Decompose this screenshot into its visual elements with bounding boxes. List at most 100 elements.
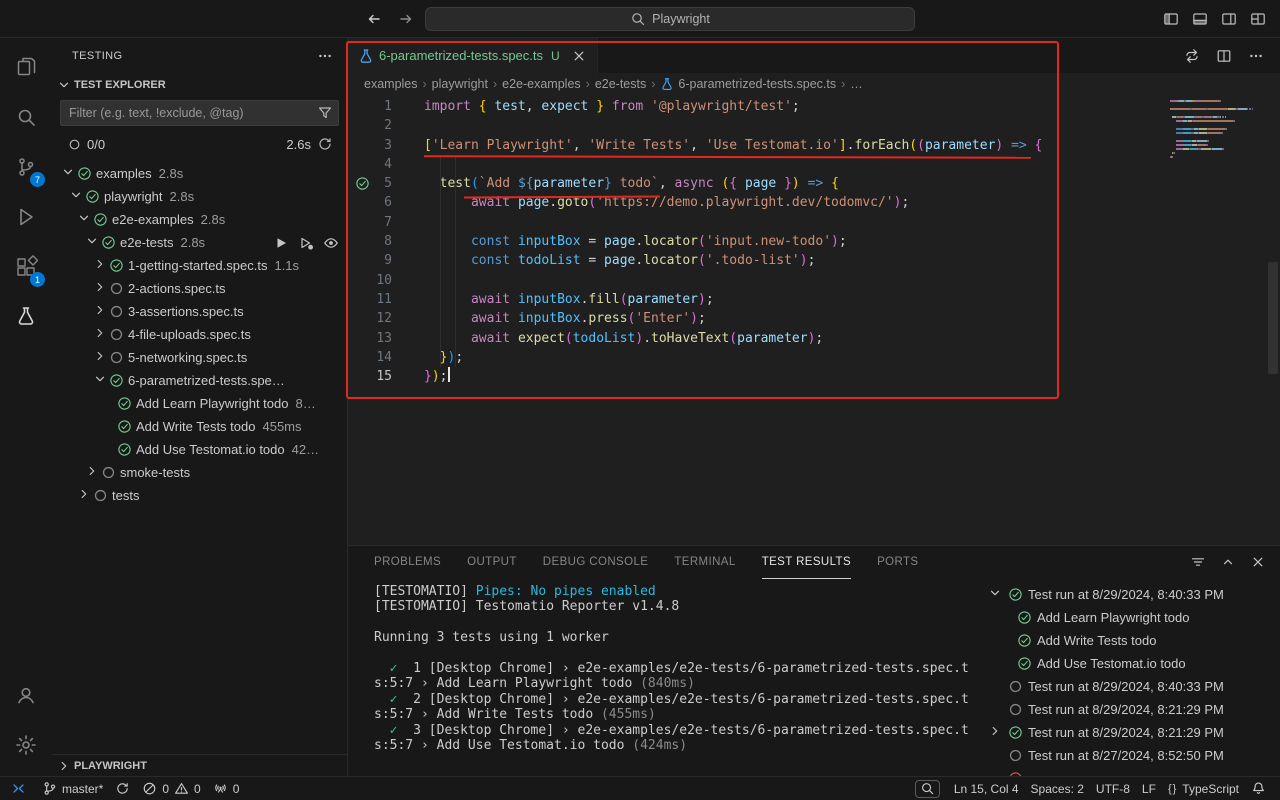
code-line[interactable]: 6 await page.goto('https://demo.playwrig… [348, 193, 1280, 212]
code-line[interactable]: 13 await expect(todoList).toHaveText(par… [348, 329, 1280, 348]
code-line[interactable]: 3['Learn Playwright', 'Write Tests', 'Us… [348, 136, 1280, 155]
toggle-secondary-sidebar-icon[interactable] [1221, 11, 1237, 27]
code-line[interactable]: 11 await inputBox.fill(parameter); [348, 290, 1280, 309]
problems-status[interactable]: 0 0 [136, 777, 206, 800]
sidebar-more-actions-icon[interactable] [317, 48, 333, 64]
editor-more-actions-icon[interactable] [1248, 48, 1264, 64]
code-line[interactable]: 14 }); [348, 348, 1280, 367]
tree-row[interactable]: Add Write Tests todo455ms [52, 415, 347, 438]
panel-tab-output[interactable]: OUTPUT [467, 546, 517, 579]
tree-row[interactable]: Add Use Testomat.io todo42… [52, 438, 347, 461]
test-output-log[interactable]: [TESTOMATIO] Pipes: No pipes enabled[TES… [374, 584, 970, 753]
split-editor-icon[interactable] [1216, 48, 1232, 64]
minimap[interactable] [1170, 100, 1262, 160]
refresh-tests-icon[interactable] [317, 136, 333, 152]
tree-row[interactable]: 6-parametrized-tests.spec.ts [52, 369, 347, 392]
result-row[interactable] [984, 767, 1276, 776]
tree-row[interactable]: tests [52, 484, 347, 507]
breadcrumb-item[interactable]: examples [364, 77, 418, 91]
toggle-panel-icon[interactable] [1192, 11, 1208, 27]
cursor-position-status[interactable]: Ln 15, Col 4 [948, 777, 1025, 800]
code-line[interactable]: 2 [348, 116, 1280, 135]
back-icon[interactable] [366, 11, 382, 27]
tree-row[interactable]: 1-getting-started.spec.ts1.1s [52, 254, 347, 277]
tree-row[interactable]: e2e-examples2.8s [52, 208, 347, 231]
maximize-panel-icon[interactable] [1220, 554, 1236, 570]
breadcrumb-item[interactable]: playwright [432, 77, 488, 91]
result-row[interactable]: Test run at 8/29/2024, 8:40:33 PM [984, 675, 1276, 698]
result-row[interactable]: Test run at 8/29/2024, 8:21:29 PM [984, 721, 1276, 744]
tree-row[interactable]: Add Learn Playwright todo8… [52, 392, 347, 415]
result-row[interactable]: Add Learn Playwright todo [984, 606, 1276, 629]
activity-item-extensions[interactable]: 1 [2, 242, 50, 292]
code-line[interactable]: 7 [348, 213, 1280, 232]
close-panel-icon[interactable] [1250, 554, 1266, 570]
activity-item-explorer[interactable] [2, 42, 50, 92]
breadcrumbs[interactable]: examples›playwright›e2e-examples›e2e-tes… [348, 73, 1280, 95]
tree-row[interactable]: 2-actions.spec.ts [52, 277, 347, 300]
activity-item-testing[interactable] [2, 292, 50, 342]
forward-icon[interactable] [398, 11, 414, 27]
customize-layout-icon[interactable] [1250, 11, 1266, 27]
language-mode-status[interactable]: {} TypeScript [1162, 777, 1245, 800]
filter-icon[interactable] [317, 105, 333, 121]
activity-item-settings[interactable] [2, 720, 50, 770]
editor-scrollbar[interactable] [1268, 262, 1278, 374]
gutter-test-pass-icon[interactable] [355, 176, 370, 191]
panel-tab-debug-console[interactable]: DEBUG CONSOLE [543, 546, 649, 579]
activity-item-search[interactable] [2, 92, 50, 142]
tree-row[interactable]: 4-file-uploads.spec.ts [52, 323, 347, 346]
tree-row[interactable]: smoke-tests [52, 461, 347, 484]
activity-item-source-control[interactable]: 7 [2, 142, 50, 192]
indentation-status[interactable]: Spaces: 2 [1025, 777, 1090, 800]
tree-row[interactable]: examples2.8s [52, 162, 347, 185]
git-branch-status[interactable]: master* [36, 777, 109, 800]
close-tab-icon[interactable] [571, 48, 587, 64]
breadcrumb-item[interactable]: e2e-tests [595, 77, 646, 91]
zoom-indicator[interactable] [915, 780, 940, 798]
code-line[interactable]: 5 test(`Add ${parameter} todo`, async ({… [348, 174, 1280, 193]
code-line[interactable]: 8 const inputBox = page.locator('input.n… [348, 232, 1280, 251]
activity-item-run-debug[interactable] [2, 192, 50, 242]
code-line[interactable]: 4 [348, 155, 1280, 174]
breadcrumb-item[interactable]: e2e-examples [502, 77, 581, 91]
result-row[interactable]: Add Write Tests todo [984, 629, 1276, 652]
output-filter-icon[interactable] [1190, 554, 1206, 570]
test-filter-input[interactable] [60, 100, 339, 126]
breadcrumb-item[interactable]: … [850, 77, 863, 91]
code-line[interactable]: 1import { test, expect } from '@playwrig… [348, 97, 1280, 116]
code-line[interactable]: 9 const todoList = page.locator('.todo-l… [348, 251, 1280, 270]
result-row[interactable]: Test run at 8/27/2024, 8:52:50 PM [984, 744, 1276, 767]
playwright-section-header[interactable]: PLAYWRIGHT [52, 754, 347, 776]
tree-row[interactable]: playwright2.8s [52, 185, 347, 208]
code-line[interactable]: 10 [348, 271, 1280, 290]
panel-tab-terminal[interactable]: TERMINAL [674, 546, 735, 579]
panel-tab-problems[interactable]: PROBLEMS [374, 546, 441, 579]
code-line[interactable]: 12 await inputBox.press('Enter'); [348, 309, 1280, 328]
tree-row[interactable]: e2e-tests2.8s [52, 231, 347, 254]
forwarded-ports-status[interactable]: 0 [207, 777, 246, 800]
go-to-test-icon[interactable] [323, 235, 339, 251]
result-row[interactable]: Test run at 8/29/2024, 8:40:33 PM [984, 583, 1276, 606]
eol-status[interactable]: LF [1136, 777, 1162, 800]
result-row[interactable]: Add Use Testomat.io todo [984, 652, 1276, 675]
remote-indicator[interactable] [0, 777, 36, 800]
editor-tab[interactable]: 6-parametrized-tests.spec.ts U [348, 38, 598, 73]
run-test-icon[interactable] [273, 235, 289, 251]
activity-item-account[interactable] [2, 670, 50, 720]
result-row[interactable]: Test run at 8/29/2024, 8:21:29 PM [984, 698, 1276, 721]
toggle-sidebar-icon[interactable] [1163, 11, 1179, 27]
tree-row[interactable]: 3-assertions.spec.ts [52, 300, 347, 323]
sync-changes-button[interactable] [109, 777, 136, 800]
debug-test-icon[interactable] [298, 235, 314, 251]
command-center-search[interactable]: Playwright [425, 7, 915, 31]
test-explorer-section-header[interactable]: TEST EXPLORER [52, 73, 347, 96]
code-line[interactable]: 15}); [348, 367, 1280, 386]
breadcrumb-item[interactable]: 6-parametrized-tests.spec.ts [660, 77, 836, 91]
encoding-status[interactable]: UTF-8 [1090, 777, 1136, 800]
open-changes-icon[interactable] [1184, 48, 1200, 64]
panel-tab-ports[interactable]: PORTS [877, 546, 918, 579]
code-editor[interactable]: 1import { test, expect } from '@playwrig… [348, 95, 1280, 545]
panel-tab-test-results[interactable]: TEST RESULTS [762, 546, 851, 579]
tree-row[interactable]: 5-networking.spec.ts [52, 346, 347, 369]
